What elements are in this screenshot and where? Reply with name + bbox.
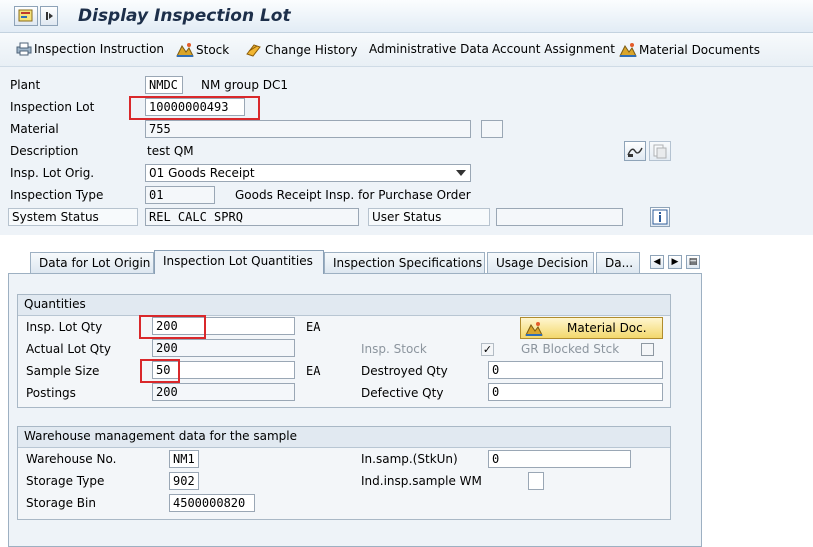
tab-scroll-right-icon[interactable]: ▶ bbox=[668, 255, 682, 269]
printer-icon bbox=[16, 42, 32, 56]
actual-lot-qty-field[interactable]: 200 bbox=[152, 339, 295, 357]
system-status-label: System Status bbox=[8, 208, 138, 226]
chevron-down-icon bbox=[456, 170, 466, 176]
in-samp-field[interactable]: 0 bbox=[488, 450, 631, 468]
storage-bin-label: Storage Bin bbox=[26, 496, 96, 510]
plant-field[interactable]: NMDC bbox=[145, 76, 183, 94]
window-title: Display Inspection Lot bbox=[78, 6, 291, 26]
system-status-field[interactable]: REL CALC SPRQ bbox=[145, 208, 359, 226]
inspection-type-field[interactable]: 01 bbox=[145, 186, 215, 204]
copy-icon[interactable] bbox=[649, 141, 671, 161]
tab-more[interactable]: Da... bbox=[596, 252, 640, 273]
menu-icon[interactable] bbox=[14, 6, 38, 26]
tab-data-for-lot-origin[interactable]: Data for Lot Origin bbox=[30, 252, 154, 273]
tab-usage-decision[interactable]: Usage Decision bbox=[487, 252, 594, 273]
material-doc-label: Material Doc. bbox=[567, 321, 647, 335]
insp-lot-orig-value: 01 Goods Receipt bbox=[149, 166, 255, 180]
tab-inspection-lot-quantities[interactable]: Inspection Lot Quantities bbox=[154, 250, 324, 274]
info-icon[interactable] bbox=[650, 207, 670, 227]
inspection-lot-label: Inspection Lot bbox=[10, 100, 95, 114]
change-history-label: Change History bbox=[265, 42, 358, 57]
destroyed-qty-label: Destroyed Qty bbox=[361, 364, 448, 378]
dropdown-arrow-icon[interactable] bbox=[40, 6, 58, 26]
insp-lot-qty-unit: EA bbox=[306, 320, 321, 334]
inspection-instruction-label: Inspection Instruction bbox=[34, 42, 165, 56]
gr-blocked-stck-checkbox[interactable] bbox=[641, 343, 654, 356]
user-status-field[interactable] bbox=[496, 208, 623, 226]
ind-insp-sample-wm-field[interactable] bbox=[528, 472, 544, 490]
description-label: Description bbox=[10, 144, 79, 158]
in-samp-label: In.samp.(StkUn) bbox=[361, 452, 458, 466]
quantities-title: Quantities bbox=[18, 295, 670, 316]
insp-stock-checkbox[interactable]: ✓ bbox=[481, 343, 494, 356]
application-toolbar: Inspection Instruction Stock Change Hist… bbox=[0, 33, 813, 67]
insp-lot-qty-highlight bbox=[139, 315, 206, 339]
tab-list-icon[interactable]: ▤ bbox=[686, 255, 700, 269]
inspection-type-label: Inspection Type bbox=[10, 188, 104, 202]
postings-field[interactable]: 200 bbox=[152, 383, 295, 401]
stock-button[interactable]: Stock bbox=[176, 42, 229, 57]
sample-size-unit: EA bbox=[306, 364, 321, 378]
stock-label: Stock bbox=[196, 42, 230, 57]
storage-type-label: Storage Type bbox=[26, 474, 105, 488]
sample-size-highlight bbox=[140, 359, 180, 383]
insp-lot-qty-label: Insp. Lot Qty bbox=[26, 320, 103, 334]
material-documents-label: Material Documents bbox=[639, 42, 760, 57]
destroyed-qty-field[interactable]: 0 bbox=[488, 361, 663, 379]
storage-type-field[interactable]: 902 bbox=[169, 472, 199, 490]
warehouse-no-label: Warehouse No. bbox=[26, 452, 117, 466]
defective-qty-label: Defective Qty bbox=[361, 386, 444, 400]
actual-lot-qty-label: Actual Lot Qty bbox=[26, 342, 111, 356]
postings-label: Postings bbox=[26, 386, 76, 400]
plant-label: Plant bbox=[10, 78, 41, 92]
material-doc-icon bbox=[525, 321, 543, 336]
defective-qty-field[interactable]: 0 bbox=[488, 383, 663, 401]
ind-insp-sample-wm-label: Ind.insp.sample WM bbox=[361, 474, 482, 488]
material-field[interactable]: 755 bbox=[145, 120, 471, 138]
insp-stock-label: Insp. Stock bbox=[361, 342, 427, 356]
gr-blocked-stck-label: GR Blocked Stck bbox=[521, 342, 620, 356]
material-documents-icon bbox=[619, 43, 637, 57]
material-doc-button[interactable]: Material Doc. bbox=[520, 317, 663, 339]
user-status-label: User Status bbox=[368, 208, 490, 226]
long-text-icon[interactable] bbox=[624, 141, 646, 161]
warehouse-group: Warehouse management data for the sample bbox=[17, 426, 671, 520]
stock-icon bbox=[176, 43, 194, 57]
tab-scroll-left-icon[interactable]: ◀ bbox=[650, 255, 664, 269]
account-assignment-button[interactable]: Account Assignment bbox=[492, 42, 615, 56]
description-value: test QM bbox=[147, 144, 194, 158]
title-bar: Display Inspection Lot bbox=[0, 0, 813, 33]
storage-bin-field[interactable]: 4500000820 bbox=[169, 494, 255, 512]
tab-inspection-specifications[interactable]: Inspection Specifications bbox=[324, 252, 485, 273]
plant-name-text: NM group DC1 bbox=[201, 78, 289, 92]
sample-size-label: Sample Size bbox=[26, 364, 100, 378]
insp-lot-orig-label: Insp. Lot Orig. bbox=[10, 166, 95, 180]
insp-lot-orig-dropdown[interactable]: 01 Goods Receipt bbox=[145, 164, 471, 182]
change-history-icon bbox=[246, 44, 261, 57]
inspection-lot-highlight bbox=[129, 96, 260, 120]
material-extra-field[interactable] bbox=[481, 120, 503, 138]
administrative-data-button[interactable]: Administrative Data bbox=[369, 42, 489, 56]
inspection-instruction-button[interactable]: Inspection Instruction bbox=[16, 42, 164, 56]
inspection-type-text: Goods Receipt Insp. for Purchase Order bbox=[235, 188, 471, 202]
change-history-button[interactable]: Change History bbox=[245, 42, 357, 57]
warehouse-title: Warehouse management data for the sample bbox=[18, 427, 670, 448]
material-label: Material bbox=[10, 122, 59, 136]
warehouse-no-field[interactable]: NM1 bbox=[169, 450, 199, 468]
material-documents-button[interactable]: Material Documents bbox=[619, 42, 760, 57]
administrative-data-label: Administrative Data bbox=[369, 42, 489, 56]
account-assignment-label: Account Assignment bbox=[492, 42, 615, 56]
